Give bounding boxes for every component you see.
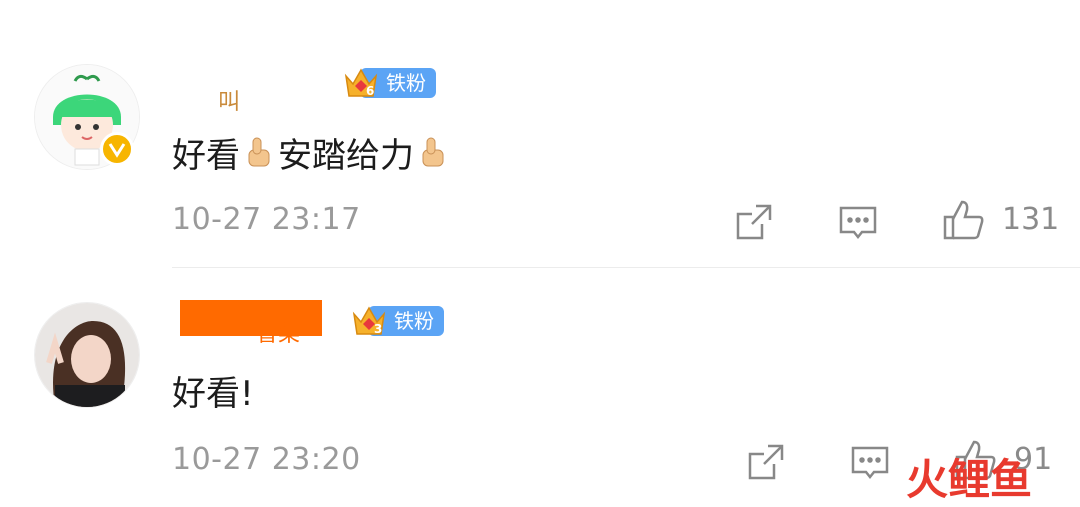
comment-time: 10-27 23:20 [172, 442, 361, 477]
watermark-char: 火 [906, 455, 949, 504]
share-icon[interactable] [746, 442, 786, 482]
crown-icon: 6 [342, 64, 380, 102]
watermark-logo: 火鲤鱼 [906, 446, 1032, 507]
username[interactable]: 香菜 [256, 316, 300, 348]
verified-badge-icon [100, 132, 134, 166]
comment-icon[interactable] [838, 202, 878, 242]
comment-text: 好看! [172, 366, 254, 415]
watermark-char: 鱼 [990, 455, 1033, 504]
comment-text-part: 安踏给力 [278, 136, 414, 176]
fan-badge[interactable]: 3 铁粉 [350, 304, 444, 338]
comment-text-part: 好看 [172, 136, 240, 176]
crown-icon: 3 [350, 302, 388, 340]
thumbs-up-emoji-icon [244, 136, 274, 170]
username-redaction[interactable] [180, 300, 322, 336]
fan-level: 6 [366, 84, 375, 98]
comment-text-part: 好看! [172, 374, 254, 414]
comment-icon[interactable] [850, 442, 890, 482]
username[interactable]: 叫 [218, 84, 240, 116]
thumbs-up-icon [943, 200, 984, 240]
like-count: 131 [1002, 202, 1060, 237]
like-button[interactable] [942, 198, 986, 242]
avatar[interactable] [34, 302, 140, 408]
comment-text: 好看 安踏给力 [172, 128, 452, 177]
watermark-char: 鲤 [948, 455, 991, 504]
thumbs-up-emoji-icon [418, 136, 448, 170]
comment-time: 10-27 23:17 [172, 202, 361, 237]
share-icon[interactable] [734, 202, 774, 242]
fan-level: 3 [374, 322, 383, 336]
fan-badge[interactable]: 6 铁粉 [342, 66, 436, 100]
comment-item: 叫 6 铁粉 好看 安踏给力 10-27 23:17 131 [0, 0, 1080, 268]
